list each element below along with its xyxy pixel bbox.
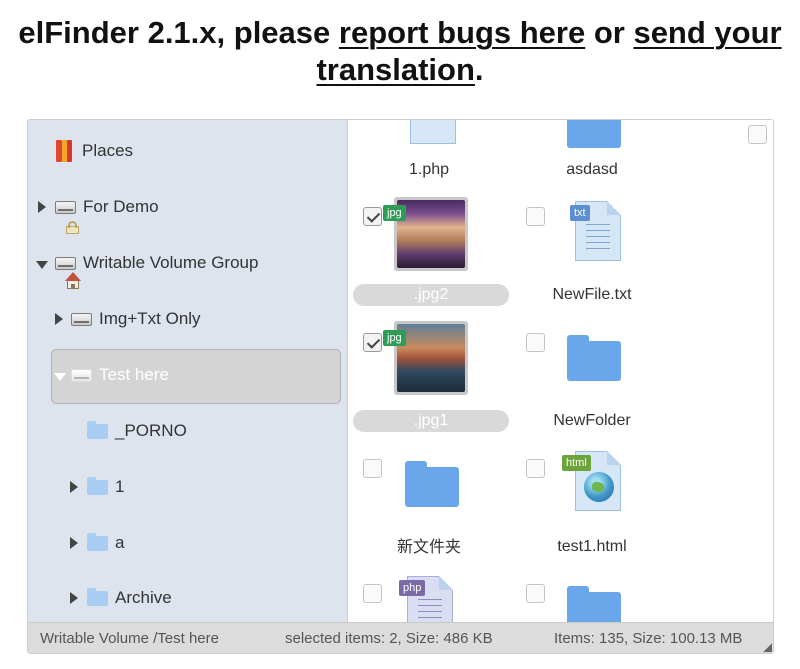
nav-folder-a[interactable]: a <box>87 526 124 560</box>
file-name: 1.php <box>408 161 450 178</box>
file-item[interactable]: html test1.html <box>512 447 672 567</box>
file-item[interactable]: txt NewFile.txt <box>512 195 672 315</box>
expand-arrow-icon[interactable] <box>38 201 46 213</box>
file-item[interactable]: 1.php <box>349 120 509 190</box>
header-middle: or <box>585 15 634 50</box>
file-item-selected[interactable]: jpg .jpg1 <box>349 321 509 441</box>
select-checkbox[interactable] <box>363 333 382 352</box>
file-item[interactable] <box>512 572 672 622</box>
select-checkbox[interactable] <box>363 207 382 226</box>
select-checkbox[interactable] <box>526 459 545 478</box>
expand-arrow-icon[interactable] <box>70 481 78 493</box>
nav-folder-archive-label: Archive <box>115 588 172 607</box>
nav-places[interactable]: Places <box>56 134 133 168</box>
php-file-icon <box>410 120 456 144</box>
drive-icon <box>55 200 76 214</box>
select-checkbox[interactable] <box>526 333 545 352</box>
send-translation-link-cont[interactable]: translation <box>316 52 474 87</box>
status-selected: selected items: 2, Size: 486 KB <box>285 630 493 647</box>
nav-img-txt-only[interactable]: Img+Txt Only <box>71 302 201 336</box>
select-checkbox[interactable] <box>363 584 382 603</box>
places-icon <box>56 140 73 162</box>
select-all-checkbox[interactable] <box>748 125 767 144</box>
folder-icon <box>567 120 621 148</box>
resize-grip-icon[interactable] <box>763 643 772 652</box>
html-badge: html <box>562 455 591 471</box>
txt-badge: txt <box>570 205 590 221</box>
report-bugs-link[interactable]: report bugs here <box>339 15 585 50</box>
file-item[interactable]: asdasd <box>512 120 672 190</box>
php-badge: php <box>399 580 426 596</box>
nav-test-here[interactable]: Test here <box>71 358 169 392</box>
folder-icon <box>567 335 621 381</box>
navbar-tree: Places For Demo Writable Volume Group Im… <box>28 120 348 622</box>
collapse-arrow-icon[interactable] <box>54 373 66 381</box>
file-item[interactable]: 新文件夹 <box>349 447 509 567</box>
nav-folder-archive[interactable]: Archive <box>87 581 172 615</box>
drive-icon <box>55 256 76 270</box>
file-name: asdasd <box>566 161 618 178</box>
nav-writable-group-label: Writable Volume Group <box>83 253 259 272</box>
file-workzone[interactable]: 1.php asdasd jpg .jpg2 txt NewFile.txt j… <box>349 120 773 622</box>
status-path: Writable Volume /Test here <box>40 630 219 647</box>
file-name: .jpg1 <box>353 410 509 432</box>
file-name: NewFile.txt <box>552 286 632 303</box>
nav-for-demo[interactable]: For Demo <box>55 190 159 224</box>
nav-test-here-label: Test here <box>99 365 169 384</box>
send-translation-link[interactable]: send your <box>633 15 781 50</box>
nav-img-txt-label: Img+Txt Only <box>99 309 201 328</box>
file-item-selected[interactable]: jpg .jpg2 <box>349 195 509 315</box>
file-name: .jpg2 <box>353 284 509 306</box>
nav-for-demo-label: For Demo <box>83 197 159 216</box>
jpg-badge: jpg <box>383 205 406 221</box>
nav-writable-group[interactable]: Writable Volume Group <box>55 246 258 280</box>
select-checkbox[interactable] <box>526 584 545 603</box>
folder-icon <box>87 587 108 606</box>
folder-icon <box>87 532 108 551</box>
readonly-badge-icon <box>65 220 81 234</box>
header-suffix: . <box>474 52 484 87</box>
globe-icon <box>584 472 614 502</box>
elfinder-window: Places For Demo Writable Volume Group Im… <box>27 119 774 654</box>
file-name: 新文件夹 <box>396 537 461 556</box>
file-item[interactable]: php <box>349 572 509 622</box>
page-header: elFinder 2.1.x, please report bugs here … <box>0 14 800 88</box>
select-checkbox[interactable] <box>526 207 545 226</box>
home-icon <box>64 272 82 290</box>
header-prefix: elFinder 2.1.x, please <box>18 15 339 50</box>
file-name: test1.html <box>557 538 627 555</box>
nav-places-label: Places <box>82 141 134 160</box>
drive-icon <box>71 368 92 382</box>
nav-folder-a-label: a <box>115 533 125 552</box>
folder-icon <box>405 461 459 507</box>
statusbar: Writable Volume /Test here selected item… <box>28 622 773 653</box>
nav-folder-porno-label: _PORNO <box>115 421 187 440</box>
jpg-badge: jpg <box>383 330 406 346</box>
expand-arrow-icon[interactable] <box>55 313 63 325</box>
expand-arrow-icon[interactable] <box>70 537 78 549</box>
folder-icon <box>87 420 108 439</box>
file-name: NewFolder <box>553 412 631 429</box>
collapse-arrow-icon[interactable] <box>36 261 48 269</box>
select-checkbox[interactable] <box>363 459 382 478</box>
folder-icon <box>87 476 108 495</box>
nav-folder-porno[interactable]: _PORNO <box>87 414 187 448</box>
drive-icon <box>71 312 92 326</box>
folder-icon <box>567 586 621 622</box>
status-total: Items: 135, Size: 100.13 MB <box>554 630 743 647</box>
file-item[interactable]: NewFolder <box>512 321 672 441</box>
nav-folder-1-label: 1 <box>115 477 125 496</box>
nav-folder-1[interactable]: 1 <box>87 470 124 504</box>
expand-arrow-icon[interactable] <box>70 592 78 604</box>
